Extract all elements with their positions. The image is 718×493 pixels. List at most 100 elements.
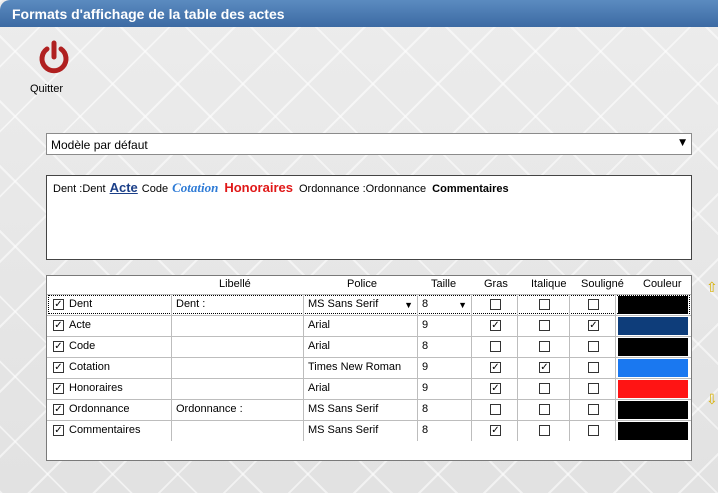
cell-taille[interactable]: 9 bbox=[417, 379, 471, 399]
taille-value: 9 bbox=[422, 382, 429, 394]
cell-police[interactable]: MS Sans Serif ▼ bbox=[303, 295, 417, 315]
cell-taille[interactable]: 9 bbox=[417, 358, 471, 378]
quit-label: Quitter bbox=[30, 83, 64, 95]
table-row[interactable]: ✓ Code Arial 8 bbox=[47, 336, 691, 357]
preview-honoraires: Honoraires bbox=[224, 180, 293, 195]
taille-value: 8 bbox=[422, 340, 429, 352]
chevron-down-icon[interactable]: ▼ bbox=[404, 300, 413, 310]
cell-libelle[interactable]: Dent : bbox=[171, 295, 303, 315]
italique-checkbox[interactable] bbox=[539, 425, 550, 436]
cell-taille[interactable]: 8 bbox=[417, 337, 471, 357]
table-row[interactable]: ✓ Ordonnance Ordonnance : MS Sans Serif 8 bbox=[47, 399, 691, 420]
police-value: Arial bbox=[308, 340, 331, 352]
police-value: MS Sans Serif bbox=[308, 403, 379, 415]
souligne-checkbox[interactable] bbox=[588, 383, 599, 394]
power-icon bbox=[39, 40, 69, 74]
row-name: Dent bbox=[69, 298, 93, 310]
cell-libelle[interactable] bbox=[171, 316, 303, 336]
cell-taille[interactable]: 8 ▼ bbox=[417, 295, 471, 315]
table-row[interactable]: ✓ Cotation Times New Roman 9 ✓ ✓ bbox=[47, 357, 691, 378]
preview-cotation: Cotation bbox=[172, 180, 219, 195]
color-swatch[interactable] bbox=[618, 359, 688, 377]
preview-ordonnance: Ordonnance :Ordonnance bbox=[298, 183, 427, 195]
gras-checkbox[interactable]: ✓ bbox=[490, 362, 501, 373]
title-bar: Formats d'affichage de la table des acte… bbox=[0, 0, 718, 27]
cell-libelle[interactable] bbox=[171, 421, 303, 441]
police-value: Arial bbox=[308, 382, 331, 394]
souligne-checkbox[interactable] bbox=[588, 425, 599, 436]
italique-checkbox[interactable] bbox=[539, 383, 550, 394]
cell-police[interactable]: Arial bbox=[303, 316, 417, 336]
row-name: Acte bbox=[69, 319, 92, 331]
gras-checkbox[interactable]: ✓ bbox=[490, 383, 501, 394]
cell-libelle[interactable] bbox=[171, 337, 303, 357]
preview-acte: Acte bbox=[109, 180, 138, 195]
cell-taille[interactable]: 8 bbox=[417, 421, 471, 441]
italique-checkbox[interactable] bbox=[539, 404, 550, 415]
gras-checkbox[interactable] bbox=[490, 404, 501, 415]
model-select-value: Modèle par défaut bbox=[51, 138, 148, 152]
souligne-checkbox[interactable] bbox=[588, 404, 599, 415]
preview-code: Code bbox=[141, 183, 169, 195]
color-swatch[interactable] bbox=[618, 401, 688, 419]
header-italique: Italique bbox=[531, 278, 567, 290]
italique-checkbox[interactable] bbox=[539, 341, 550, 352]
police-value: Arial bbox=[308, 319, 331, 331]
row-enable-checkbox[interactable]: ✓ bbox=[53, 425, 64, 436]
row-name: Honoraires bbox=[69, 382, 123, 394]
row-enable-checkbox[interactable]: ✓ bbox=[53, 320, 64, 331]
header-police: Police bbox=[347, 278, 377, 290]
row-enable-checkbox[interactable]: ✓ bbox=[53, 404, 64, 415]
table-row[interactable]: ✓ Honoraires Arial 9 ✓ bbox=[47, 378, 691, 399]
cell-police[interactable]: MS Sans Serif bbox=[303, 421, 417, 441]
italique-checkbox[interactable] bbox=[539, 320, 550, 331]
arrow-down-icon[interactable]: ⇩ bbox=[706, 392, 718, 408]
taille-value: 9 bbox=[422, 361, 429, 373]
taille-value: 8 bbox=[422, 403, 429, 415]
color-swatch[interactable] bbox=[618, 338, 688, 356]
row-enable-checkbox[interactable]: ✓ bbox=[53, 299, 64, 310]
italique-checkbox[interactable] bbox=[539, 299, 550, 310]
gras-checkbox[interactable] bbox=[490, 341, 501, 352]
window-title: Formats d'affichage de la table des acte… bbox=[12, 6, 285, 22]
cell-libelle[interactable]: Ordonnance : bbox=[171, 400, 303, 420]
gras-checkbox[interactable]: ✓ bbox=[490, 320, 501, 331]
cell-police[interactable]: Arial bbox=[303, 337, 417, 357]
quit-button[interactable]: Quitter bbox=[30, 40, 80, 100]
color-swatch[interactable] bbox=[618, 296, 688, 314]
preview-dent: Dent :Dent bbox=[53, 183, 106, 195]
row-enable-checkbox[interactable]: ✓ bbox=[53, 341, 64, 352]
format-table: Libellé Police Taille Gras Italique Soul… bbox=[46, 275, 692, 461]
souligne-checkbox[interactable] bbox=[588, 299, 599, 310]
preview-commentaires: Commentaires bbox=[432, 183, 509, 195]
italique-checkbox[interactable]: ✓ bbox=[539, 362, 550, 373]
color-swatch[interactable] bbox=[618, 317, 688, 335]
header-taille: Taille bbox=[431, 278, 457, 290]
libelle-value: Ordonnance : bbox=[176, 403, 243, 415]
row-enable-checkbox[interactable]: ✓ bbox=[53, 383, 64, 394]
chevron-down-icon[interactable]: ▼ bbox=[458, 300, 467, 310]
cell-taille[interactable]: 9 bbox=[417, 316, 471, 336]
taille-value: 9 bbox=[422, 319, 429, 331]
taille-value: 8 bbox=[422, 298, 429, 310]
row-enable-checkbox[interactable]: ✓ bbox=[53, 362, 64, 373]
model-select[interactable]: Modèle par défaut ▼ bbox=[46, 133, 692, 155]
cell-police[interactable]: Arial bbox=[303, 379, 417, 399]
table-row[interactable]: ✓ Dent Dent : MS Sans Serif ▼ 8 ▼ bbox=[47, 294, 691, 315]
souligne-checkbox[interactable] bbox=[588, 362, 599, 373]
color-swatch[interactable] bbox=[618, 422, 688, 440]
souligne-checkbox[interactable]: ✓ bbox=[588, 320, 599, 331]
color-swatch[interactable] bbox=[618, 380, 688, 398]
format-preview: Dent :Dent Acte Code Cotation Honoraires Ordo… bbox=[46, 175, 692, 260]
cell-police[interactable]: MS Sans Serif bbox=[303, 400, 417, 420]
cell-police[interactable]: Times New Roman bbox=[303, 358, 417, 378]
arrow-up-icon[interactable]: ⇧ bbox=[706, 280, 718, 296]
cell-libelle[interactable] bbox=[171, 379, 303, 399]
table-row[interactable]: ✓ Acte Arial 9 ✓ ✓ bbox=[47, 315, 691, 336]
cell-taille[interactable]: 8 bbox=[417, 400, 471, 420]
table-row[interactable]: ✓ Commentaires MS Sans Serif 8 ✓ bbox=[47, 420, 691, 441]
gras-checkbox[interactable] bbox=[490, 299, 501, 310]
cell-libelle[interactable] bbox=[171, 358, 303, 378]
gras-checkbox[interactable]: ✓ bbox=[490, 425, 501, 436]
souligne-checkbox[interactable] bbox=[588, 341, 599, 352]
